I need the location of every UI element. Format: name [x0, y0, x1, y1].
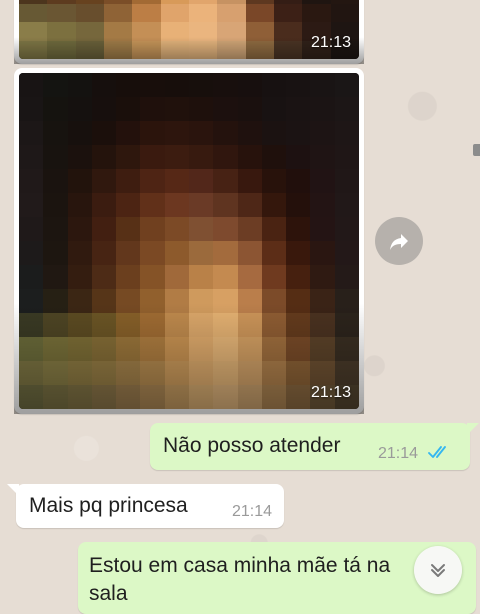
message-bubble[interactable]: Não posso atender 21:14: [150, 423, 479, 470]
scroll-to-bottom-button[interactable]: [414, 546, 462, 594]
forward-button[interactable]: [375, 217, 423, 265]
message-bubble[interactable]: Mais pq princesa 21:14: [7, 484, 284, 528]
message-time: 21:14: [378, 445, 419, 462]
bubble-tail: [467, 423, 479, 435]
image-message[interactable]: 21:13: [14, 68, 364, 414]
double-check-icon: [428, 446, 446, 458]
scroll-indicator[interactable]: [473, 144, 480, 156]
message-time: 21:13: [310, 384, 351, 401]
message-text: Estou em casa minha mãe tá na sala: [89, 554, 391, 605]
pixelated-image: [19, 0, 359, 59]
message-time: 21:14: [232, 503, 273, 520]
message-time: 21:13: [310, 34, 351, 51]
pixelated-image: [19, 73, 359, 409]
double-chevron-down-icon: [431, 564, 445, 577]
forward-arrow-icon: [390, 234, 408, 250]
bubble-tail: [7, 484, 19, 496]
message-text: Não posso atender: [163, 434, 341, 457]
image-message[interactable]: 21:13: [14, 0, 364, 64]
